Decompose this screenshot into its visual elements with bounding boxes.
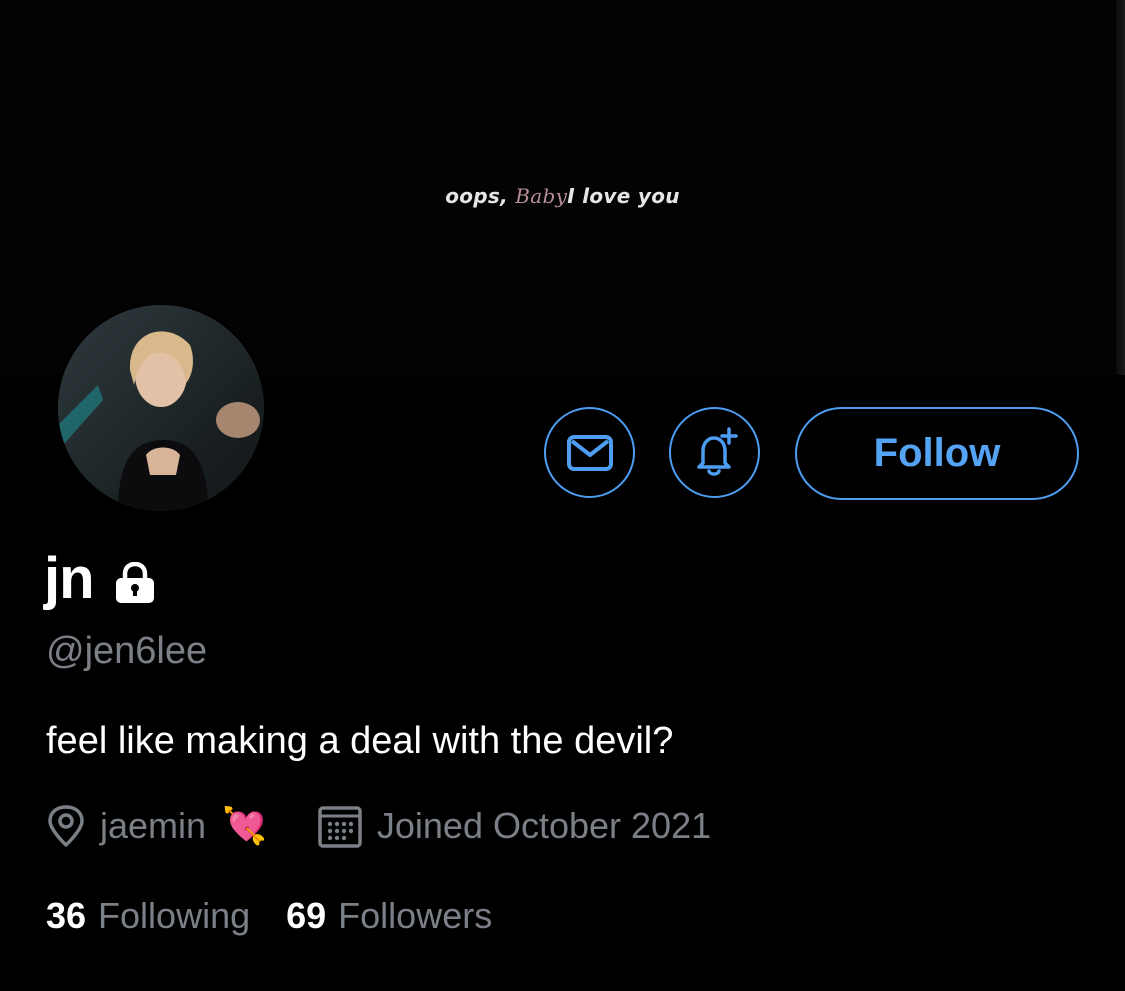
name-row: jn [44,538,158,618]
bell-plus-icon [696,426,738,476]
calendar-icon [318,806,362,848]
following-label: Following [98,895,251,936]
bio: feel like making a deal with the devil? [46,720,674,762]
location-pin-icon [48,805,84,847]
notify-button[interactable] [669,407,760,498]
lock-icon [115,562,154,603]
joined-date: Joined October 2021 [376,805,712,846]
followers-label: Followers [338,895,493,936]
following-count: 36 [46,895,87,936]
profile-meta: jaemin 💘 Joined October 2021 [46,802,711,850]
mail-icon [566,434,613,471]
display-name: jn [44,545,95,611]
heart-arrow-emoji: 💘 [222,805,267,846]
banner-caption-script: Baby [515,184,568,208]
followers-count: 69 [286,895,327,936]
location-text: jaemin [100,805,207,846]
following-link[interactable]: 36 Following [46,895,250,937]
banner-caption-suffix: I love you [567,184,680,208]
followers-link[interactable]: 69 Followers [286,895,492,937]
follow-stats: 36 Following 69 Followers [46,892,492,940]
banner-edge [1116,0,1125,375]
banner-caption-prefix: oops, [445,184,516,208]
message-button[interactable] [544,407,635,498]
avatar[interactable] [56,303,266,513]
follow-button[interactable]: Follow [795,407,1079,500]
handle: @jen6lee [46,630,208,672]
banner-caption: oops, BabyI love you [0,184,1125,208]
